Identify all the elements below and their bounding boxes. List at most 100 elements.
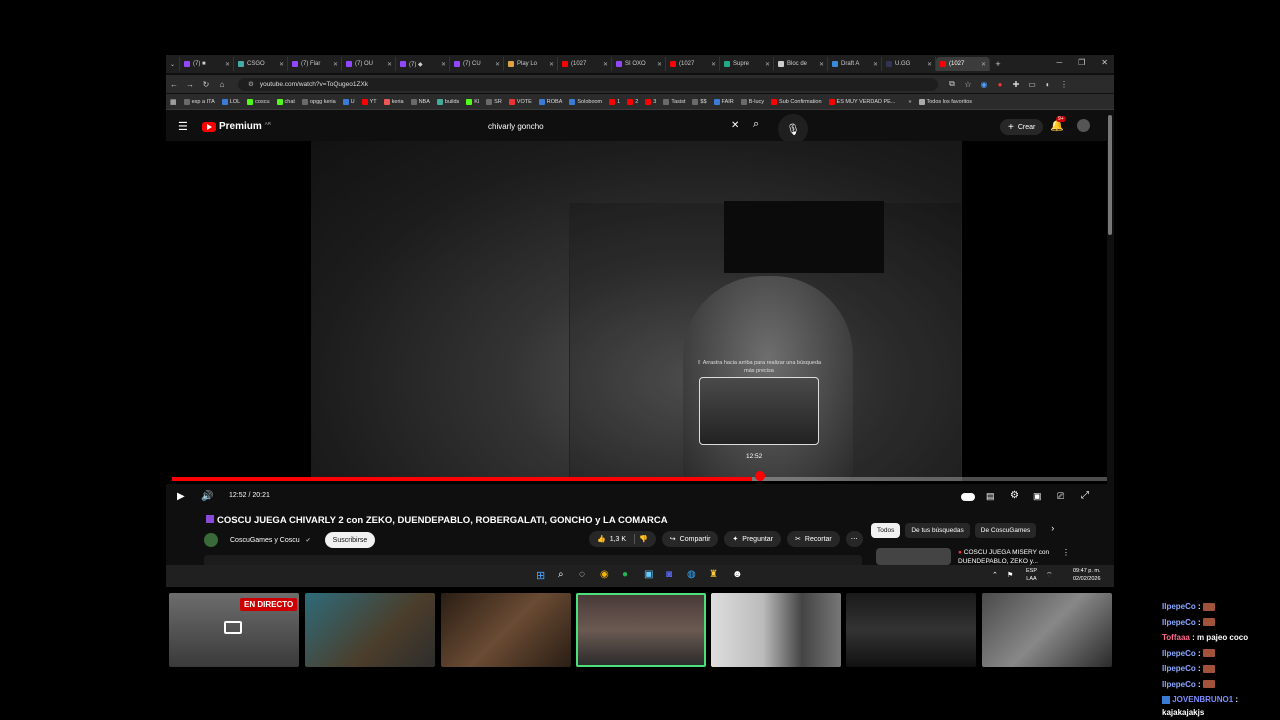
close-tab-icon[interactable]: ✕ [495, 61, 500, 68]
close-tab-icon[interactable]: ✕ [333, 61, 338, 68]
tab[interactable]: (7) OU ✕ [342, 57, 396, 71]
close-tab-icon[interactable]: ✕ [819, 61, 824, 68]
like-button[interactable]: 👍 1,3 K 👎 [589, 531, 656, 547]
suggested-more-icon[interactable]: ⋮ [1062, 548, 1070, 557]
extension-icon[interactable]: ◉ [976, 80, 992, 89]
apps-grid-icon[interactable]: ▦ [170, 98, 177, 106]
bookmark[interactable]: chat [276, 98, 295, 105]
close-tab-icon[interactable]: ✕ [441, 61, 446, 68]
close-tab-icon[interactable]: ✕ [873, 61, 878, 68]
back-icon[interactable]: ← [166, 80, 182, 89]
video-frame[interactable] [311, 141, 962, 481]
menu-dots-icon[interactable]: ⋮ [1056, 80, 1072, 89]
tab[interactable]: (7) CU ✕ [450, 57, 504, 71]
cam-feed[interactable] [846, 593, 976, 667]
description-box[interactable] [204, 555, 862, 565]
fullscreen-icon[interactable]: ⤢ [1081, 490, 1089, 501]
chevron-right-icon[interactable]: › [1051, 523, 1054, 538]
tray-icon[interactable]: ⚑ [1007, 571, 1013, 579]
cam-feed[interactable] [305, 593, 435, 667]
search-icon[interactable]: ⌕ [753, 118, 759, 131]
bookmark[interactable]: U [342, 98, 355, 105]
more-bookmarks-icon[interactable]: » [908, 99, 911, 105]
avatar[interactable] [1077, 119, 1090, 132]
tab[interactable]: (1027 ✕ [558, 57, 612, 71]
bookmark[interactable]: Sub Confirmation [771, 98, 822, 105]
cam-feed-selected[interactable] [576, 593, 706, 667]
bookmark[interactable]: YT [361, 98, 377, 105]
close-tab-icon[interactable]: ✕ [927, 61, 932, 68]
close-tab-icon[interactable]: ✕ [657, 61, 662, 68]
search-icon[interactable]: ⌕ [558, 569, 564, 580]
tab[interactable]: (7) Flar ✕ [288, 57, 342, 71]
windows-start-icon[interactable]: ⊞ [536, 569, 545, 582]
close-tab-icon[interactable]: ✕ [549, 61, 554, 68]
site-info-icon[interactable]: ⚙ [248, 80, 254, 88]
bookmark[interactable]: coscu [247, 98, 270, 105]
close-tab-icon[interactable]: ✕ [765, 61, 770, 68]
cam-feed[interactable] [441, 593, 571, 667]
bookmark[interactable]: B-lucy [740, 98, 764, 105]
clock[interactable]: 09:47 p. m. 02/02/2026 [1073, 567, 1101, 583]
channel-name[interactable]: CoscuGames y Coscu [230, 537, 300, 544]
settings-gear-icon[interactable]: ⚙ [1010, 490, 1019, 501]
close-tab-icon[interactable]: ✕ [225, 61, 230, 68]
tab[interactable]: U.GG ✕ [882, 57, 936, 71]
close-tab-icon[interactable]: ✕ [603, 61, 608, 68]
filter-chip-searches[interactable]: De tus búsquedas [905, 523, 970, 538]
bookmark-star-icon[interactable]: ☆ [960, 80, 976, 89]
bookmark[interactable]: 3 [645, 98, 656, 105]
suggested-video-title[interactable]: ● COSCU JUEGA MISERY con DUENDEPABLO, ZE… [958, 548, 1058, 565]
close-tab-icon[interactable]: ✕ [279, 61, 284, 68]
filter-chip-all[interactable]: Todos [871, 523, 901, 538]
tab-search-button[interactable]: ⌄ [166, 57, 180, 71]
progress-scrubber[interactable] [755, 471, 765, 481]
tab[interactable]: (7) ■ ✕ [180, 57, 234, 71]
edge-icon[interactable]: ◍ [687, 569, 696, 580]
cam-feed[interactable] [711, 593, 841, 667]
tab[interactable]: Play Lo ✕ [504, 57, 558, 71]
page-scrollbar[interactable] [1108, 115, 1112, 235]
tab[interactable]: Draft A ✕ [828, 57, 882, 71]
app-icon[interactable]: ▣ [644, 569, 653, 580]
new-tab-button[interactable]: + [990, 57, 1006, 71]
subtitles-icon[interactable]: ▤ [986, 491, 995, 502]
tab[interactable]: CSGO ✕ [234, 57, 288, 71]
more-actions-button[interactable]: ⋯ [845, 531, 863, 547]
extension-icon[interactable]: ● [992, 80, 1008, 89]
voice-search-icon[interactable]: 🎙 [778, 114, 808, 144]
close-tab-icon[interactable]: ✕ [981, 61, 986, 68]
app-icon[interactable]: ☻ [732, 569, 743, 580]
hamburger-menu-icon[interactable]: ☰ [178, 120, 188, 133]
clear-search-icon[interactable]: ✕ [731, 120, 739, 131]
reload-icon[interactable]: ↻ [198, 80, 214, 89]
spotify-icon[interactable]: ● [622, 569, 628, 580]
minimize-icon[interactable]: ─ [1056, 58, 1062, 67]
app-icon[interactable]: ◌ [579, 569, 585, 580]
bookmark[interactable]: Kl [466, 98, 479, 105]
install-icon[interactable]: ⧉ [944, 79, 960, 89]
profile-icon[interactable]: ◐ [1040, 80, 1056, 89]
youtube-logo[interactable]: Premium AR [202, 121, 271, 132]
tab[interactable]: (1027 ✕ [666, 57, 720, 71]
network-icon[interactable]: ⌔ [1046, 571, 1053, 580]
progress-bar[interactable] [172, 477, 1107, 481]
tab-active[interactable]: (1027 ✕ [936, 57, 990, 71]
url-field[interactable]: ⚙ youtube.com/watch?v=ToQugeo1ZXk [238, 77, 938, 91]
cam-feed[interactable] [982, 593, 1112, 667]
all-bookmarks[interactable]: Todos los favoritos [918, 98, 972, 105]
search-input[interactable]: chivarly goncho [478, 116, 748, 136]
bookmark[interactable]: opgg keria [301, 98, 336, 105]
ask-button[interactable]: ✦ Preguntar [724, 531, 782, 547]
tab[interactable]: Bloc de ✕ [774, 57, 828, 71]
bookmark[interactable]: LOL [221, 98, 240, 105]
play-icon[interactable]: ▶ [177, 491, 185, 502]
create-button[interactable]: + Crear [1000, 119, 1044, 135]
extensions-puzzle-icon[interactable]: ✚ [1008, 80, 1024, 89]
close-tab-icon[interactable]: ✕ [711, 61, 716, 68]
tab[interactable]: (7) ◆ ✕ [396, 57, 450, 71]
bookmark[interactable]: ROBA [538, 98, 562, 105]
cast-icon[interactable]: ⎚ [1057, 491, 1064, 502]
bookmark[interactable]: esp a ITA [183, 98, 215, 105]
bookmark[interactable]: $$ [692, 98, 707, 105]
